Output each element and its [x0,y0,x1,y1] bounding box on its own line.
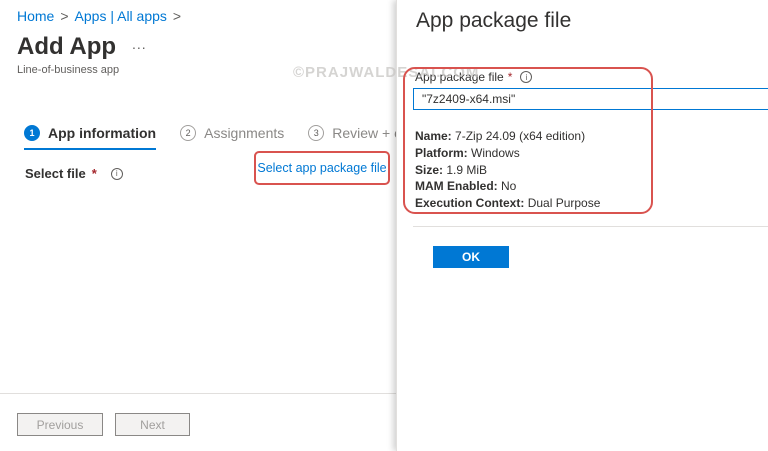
select-file-text: Select file [25,166,86,181]
step-number-badge: 2 [180,125,197,141]
step-label: App information [48,125,157,141]
blade-title: App package file [416,9,572,32]
breadcrumb: Home > Apps | All apps > [17,8,181,24]
wizard-steps: 1 App information 2 Assignments 3 Review… [24,120,438,150]
page-subtitle: Line-of-business app [17,64,120,76]
tab-app-information[interactable]: 1 App information [24,125,157,150]
tab-assignments[interactable]: 2 Assignments [180,125,284,141]
select-file-highlight: Select app package file [254,151,390,185]
more-options-icon[interactable]: ... [132,36,147,52]
select-app-package-file-link[interactable]: Select app package file [257,161,386,175]
properties-highlight-box [403,67,653,214]
chevron-right-icon: > [172,8,182,24]
required-marker: * [91,166,97,181]
info-icon[interactable]: i [110,167,123,180]
step-number-badge: 3 [308,125,325,141]
previous-button[interactable]: Previous [17,413,103,436]
next-button[interactable]: Next [115,413,190,436]
footer-divider [0,393,396,394]
select-file-label: Select file * i [25,166,123,181]
chevron-right-icon: > [60,8,69,24]
blade-divider [413,226,768,227]
step-number-badge: 1 [24,125,40,141]
page-title: Add App [17,33,117,60]
breadcrumb-apps[interactable]: Apps | All apps [75,8,167,24]
ok-button[interactable]: OK [433,246,509,268]
breadcrumb-home[interactable]: Home [17,8,54,24]
step-label: Assignments [204,125,285,141]
